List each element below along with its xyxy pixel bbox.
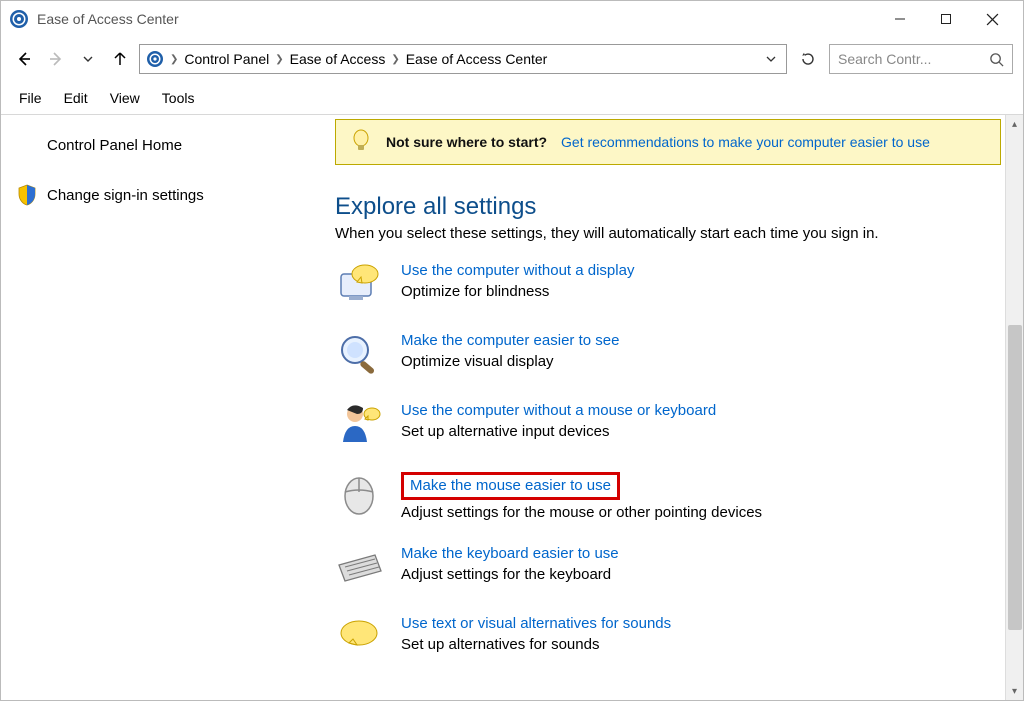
recent-locations-dropdown[interactable] [75,46,101,72]
setting-no-mouse-keyboard: Use the computer without a mouse or keyb… [335,400,1001,448]
search-icon [989,52,1004,67]
lightbulb-icon [350,128,372,156]
speech-bubble-icon [335,613,383,661]
banner-question: Not sure where to start? [386,134,547,150]
scroll-thumb[interactable] [1008,325,1022,630]
chevron-right-icon: ❯ [391,54,399,65]
breadcrumb-mid[interactable]: Ease of Access [290,51,386,67]
person-speaking-icon [335,400,383,448]
search-input[interactable]: Search Contr... [829,44,1013,74]
back-button[interactable] [11,46,37,72]
menu-bar: File Edit View Tools [1,81,1023,115]
ease-of-access-icon [146,50,164,68]
mouse-icon [335,470,383,518]
breadcrumb-root[interactable]: Control Panel [184,51,269,67]
setting-link[interactable]: Use the computer without a mouse or keyb… [401,402,716,419]
setting-desc: Adjust settings for the keyboard [401,566,619,583]
highlighted-setting: Make the mouse easier to use [401,472,620,500]
setting-desc: Set up alternative input devices [401,423,716,440]
navigation-bar: ❯ Control Panel ❯ Ease of Access ❯ Ease … [1,37,1023,81]
setting-link[interactable]: Make the mouse easier to use [410,477,611,494]
menu-tools[interactable]: Tools [162,90,195,106]
setting-sound-alternatives: Use text or visual alternatives for soun… [335,613,1001,661]
scroll-up-button[interactable]: ▴ [1006,115,1023,133]
setting-mouse-easier: Make the mouse easier to use Adjust sett… [335,470,1001,521]
setting-no-display: Use the computer without a display Optim… [335,260,1001,308]
scroll-down-button[interactable]: ▾ [1006,682,1023,700]
speech-monitor-icon [335,260,383,308]
address-bar[interactable]: ❯ Control Panel ❯ Ease of Access ❯ Ease … [139,44,787,74]
recommendations-banner: Not sure where to start? Get recommendat… [335,119,1001,165]
content-area: Not sure where to start? Get recommendat… [329,115,1023,700]
shield-icon [17,184,37,206]
setting-link[interactable]: Use text or visual alternatives for soun… [401,615,671,632]
setting-link[interactable]: Make the computer easier to see [401,332,619,349]
setting-desc: Set up alternatives for sounds [401,636,671,653]
setting-link[interactable]: Make the keyboard easier to use [401,545,619,562]
setting-desc: Adjust settings for the mouse or other p… [401,504,762,521]
explore-heading: Explore all settings [335,193,1001,221]
search-placeholder: Search Contr... [838,51,931,67]
breadcrumb-leaf[interactable]: Ease of Access Center [406,51,548,67]
keyboard-icon [335,543,383,591]
maximize-button[interactable] [923,3,969,35]
window-title: Ease of Access Center [37,11,877,27]
control-panel-home-link[interactable]: Control Panel Home [47,137,315,154]
setting-desc: Optimize visual display [401,353,619,370]
refresh-button[interactable] [793,44,823,74]
get-recommendations-link[interactable]: Get recommendations to make your compute… [561,134,930,150]
explore-subtext: When you select these settings, they wil… [335,225,1001,242]
setting-keyboard-easier: Make the keyboard easier to use Adjust s… [335,543,1001,591]
setting-desc: Optimize for blindness [401,283,634,300]
minimize-button[interactable] [877,3,923,35]
setting-easier-to-see: Make the computer easier to see Optimize… [335,330,1001,378]
setting-link[interactable]: Use the computer without a display [401,262,634,279]
magnifier-icon [335,330,383,378]
vertical-scrollbar[interactable]: ▴ ▾ [1005,115,1023,700]
ease-of-access-icon [9,9,29,29]
up-button[interactable] [107,46,133,72]
close-button[interactable] [969,3,1015,35]
chevron-right-icon: ❯ [275,54,283,65]
menu-edit[interactable]: Edit [64,90,88,106]
menu-file[interactable]: File [19,90,42,106]
chevron-right-icon: ❯ [170,54,178,65]
sidebar: Control Panel Home Change sign-in settin… [1,115,329,700]
titlebar: Ease of Access Center [1,1,1023,37]
forward-button[interactable] [43,46,69,72]
address-dropdown[interactable] [762,54,780,64]
sidebar-item-label: Change sign-in settings [47,187,204,204]
menu-view[interactable]: View [110,90,140,106]
change-signin-settings-link[interactable]: Change sign-in settings [17,184,315,206]
